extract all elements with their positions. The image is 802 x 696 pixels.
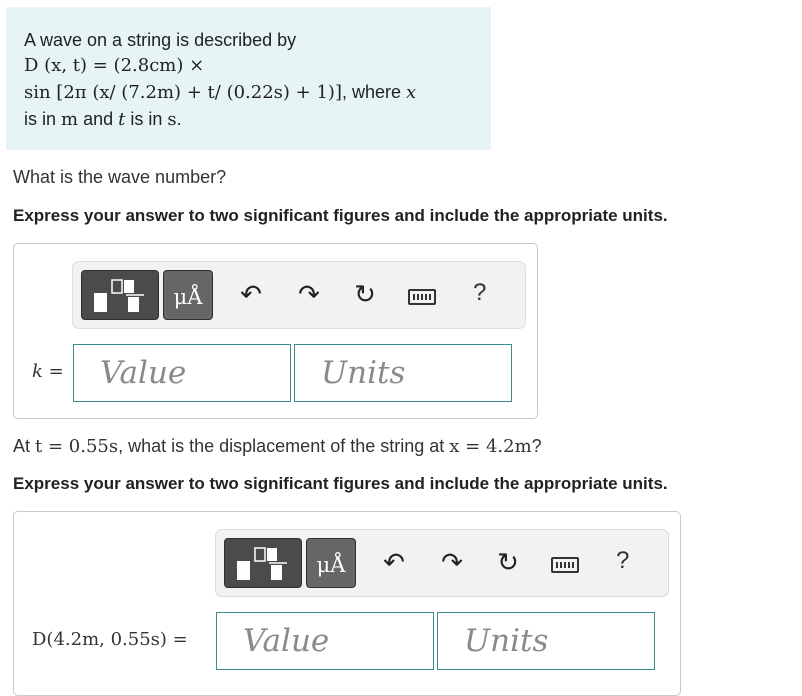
part2-toolbar: μÅ ↶ ↷ ↻ ? [215, 529, 669, 597]
part1-units-input[interactable] [295, 345, 511, 401]
part1-question: What is the wave number? [13, 167, 227, 187]
part2-text: , what is the displacement of the string… [118, 436, 450, 456]
intro-line-1: A wave on a string is described by [24, 30, 297, 50]
intro-sine-expression: sin [2π (x/ (7.2m) + t/ (0.22s) + 1)] [24, 82, 342, 103]
intro-where-text: , where [341, 82, 406, 102]
templates-icon [94, 279, 144, 312]
part2-value-input[interactable] [217, 613, 433, 669]
part2-answer-panel: μÅ ↶ ↷ ↻ ? D(4.2m, 0.55s) = [13, 511, 681, 696]
part2-answer-label: D(4.2m, 0.55s) = [32, 629, 188, 650]
part1-instruction: Express your answer to two significant f… [13, 206, 668, 225]
part2-units-field[interactable] [437, 612, 655, 670]
units-button[interactable]: μÅ [306, 538, 356, 588]
part2-text: ? [531, 436, 542, 456]
intro-var-x: x [406, 82, 417, 103]
units-label: μÅ [173, 285, 203, 309]
intro-equation: D (x, t) = (2.8cm) × [24, 55, 205, 76]
help-icon[interactable]: ? [616, 547, 629, 575]
templates-icon [237, 547, 287, 580]
reset-icon[interactable]: ↻ [494, 548, 522, 576]
intro-unit-s: s [167, 109, 177, 130]
reset-icon[interactable]: ↻ [351, 280, 379, 308]
intro-line-3: sin [2π (x/ (7.2m) + t/ (0.22s) + 1)], w… [24, 79, 491, 106]
help-icon[interactable]: ? [473, 279, 486, 307]
undo-icon[interactable]: ↶ [380, 548, 408, 576]
part2-value-field[interactable] [216, 612, 434, 670]
intro-line-4: is in m and t is in s. [24, 106, 491, 133]
intro-text: . [176, 109, 182, 129]
templates-button[interactable] [81, 270, 159, 320]
part2-question: At t = 0.55s, what is the displacement o… [13, 436, 542, 457]
units-button[interactable]: μÅ [163, 270, 213, 320]
part1-answer-panel: μÅ ↶ ↷ ↻ ? k = [13, 243, 538, 419]
intro-text: is in [24, 109, 62, 129]
redo-icon[interactable]: ↷ [438, 548, 466, 576]
redo-icon[interactable]: ↷ [295, 280, 323, 308]
part1-units-field[interactable] [294, 344, 512, 402]
part2-position: x = 4.2m [449, 436, 532, 457]
templates-button[interactable] [224, 538, 302, 588]
keyboard-icon[interactable] [551, 557, 579, 573]
part1-value-input[interactable] [74, 345, 290, 401]
undo-icon[interactable]: ↶ [237, 280, 265, 308]
problem-statement: A wave on a string is described by D (x,… [6, 7, 491, 150]
part1-toolbar: μÅ ↶ ↷ ↻ ? [72, 261, 526, 329]
part2-text: At [13, 436, 36, 456]
keyboard-icon[interactable] [408, 289, 436, 305]
units-label: μÅ [316, 553, 346, 577]
part2-time: t = 0.55s [35, 436, 119, 457]
intro-text: is in [125, 109, 168, 129]
intro-text: and [78, 109, 119, 129]
part2-instruction: Express your answer to two significant f… [13, 474, 668, 493]
part1-answer-label: k = [32, 361, 64, 382]
part2-units-input[interactable] [438, 613, 654, 669]
intro-unit-m: m [61, 109, 79, 130]
part1-value-field[interactable] [73, 344, 291, 402]
